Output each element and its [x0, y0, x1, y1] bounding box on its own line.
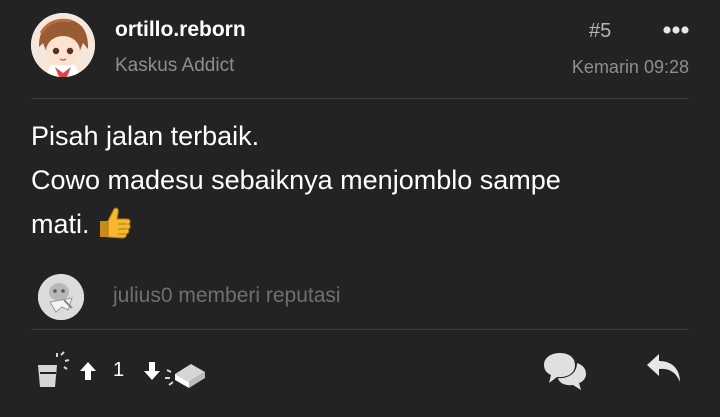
- post-body-last-line: mati.: [31, 202, 671, 246]
- user-avatar[interactable]: [31, 13, 95, 77]
- post-body-line: Cowo madesu sebaiknya menjomblo sampe: [31, 165, 561, 195]
- post-body: Pisah jalan terbaik. Cowo madesu sebaikn…: [31, 114, 671, 246]
- comment-icon[interactable]: [541, 351, 587, 391]
- cendol-icon[interactable]: [35, 351, 73, 389]
- bata-icon[interactable]: [161, 352, 207, 390]
- downvote-arrow-icon[interactable]: [141, 360, 163, 382]
- post-number[interactable]: #5: [589, 20, 611, 43]
- vote-count: 1: [113, 359, 125, 381]
- header-divider: [31, 98, 689, 99]
- more-icon[interactable]: [662, 23, 690, 37]
- post-card: ortillo.reborn Kaskus Addict #5 Kemarin …: [0, 0, 720, 417]
- user-title: Kaskus Addict: [115, 55, 235, 76]
- username[interactable]: ortillo.reborn: [115, 18, 246, 42]
- reputation-giver-avatar[interactable]: [38, 274, 84, 320]
- post-body-line: Pisah jalan terbaik.: [31, 121, 260, 151]
- post-timestamp: Kemarin 09:28: [571, 57, 689, 77]
- reputation-text[interactable]: julius0 memberi reputasi: [113, 284, 341, 308]
- reply-icon[interactable]: [645, 352, 683, 386]
- post-body-line: mati.: [31, 209, 90, 239]
- thumbs-up-icon: [99, 207, 131, 239]
- upvote-arrow-icon[interactable]: [78, 360, 98, 382]
- footer-divider: [31, 329, 689, 330]
